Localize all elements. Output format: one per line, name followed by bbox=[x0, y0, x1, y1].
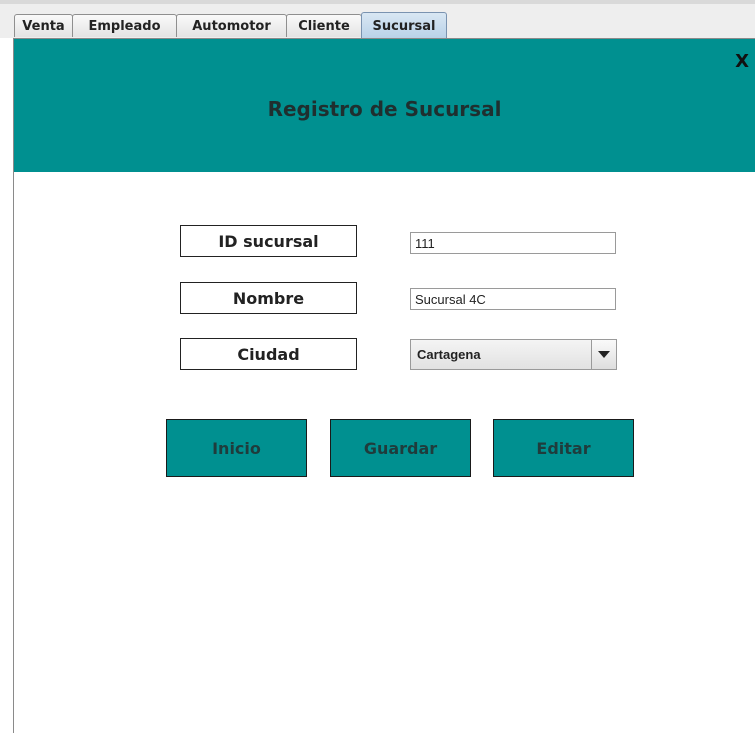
header-banner: X Registro de Sucursal bbox=[14, 39, 755, 172]
tab-automotor[interactable]: Automotor bbox=[176, 14, 287, 37]
ciudad-dropdown[interactable]: Cartagena bbox=[410, 339, 617, 370]
page-title: Registro de Sucursal bbox=[267, 97, 502, 121]
guardar-button[interactable]: Guardar bbox=[330, 419, 471, 477]
editar-button[interactable]: Editar bbox=[493, 419, 634, 477]
nombre-field[interactable] bbox=[410, 288, 616, 310]
tab-sucursal[interactable]: Sucursal bbox=[361, 12, 447, 39]
tab-cliente[interactable]: Cliente bbox=[286, 14, 362, 37]
sucursal-panel: X Registro de Sucursal ID sucursal Nombr… bbox=[13, 38, 755, 733]
close-button[interactable]: X bbox=[735, 51, 749, 72]
id-sucursal-field[interactable] bbox=[410, 232, 616, 254]
id-sucursal-label: ID sucursal bbox=[180, 225, 357, 257]
tab-empleado[interactable]: Empleado bbox=[72, 14, 177, 37]
tab-strip-top-border bbox=[0, 0, 755, 4]
chevron-down-icon bbox=[598, 351, 610, 358]
ciudad-label: Ciudad bbox=[180, 338, 357, 370]
dropdown-arrow-button[interactable] bbox=[591, 340, 616, 369]
ciudad-selected-value: Cartagena bbox=[417, 347, 481, 362]
nombre-label: Nombre bbox=[180, 282, 357, 314]
tab-strip: Venta Empleado Automotor Cliente Sucursa… bbox=[0, 0, 755, 39]
inicio-button[interactable]: Inicio bbox=[166, 419, 307, 477]
tab-venta[interactable]: Venta bbox=[14, 14, 73, 37]
